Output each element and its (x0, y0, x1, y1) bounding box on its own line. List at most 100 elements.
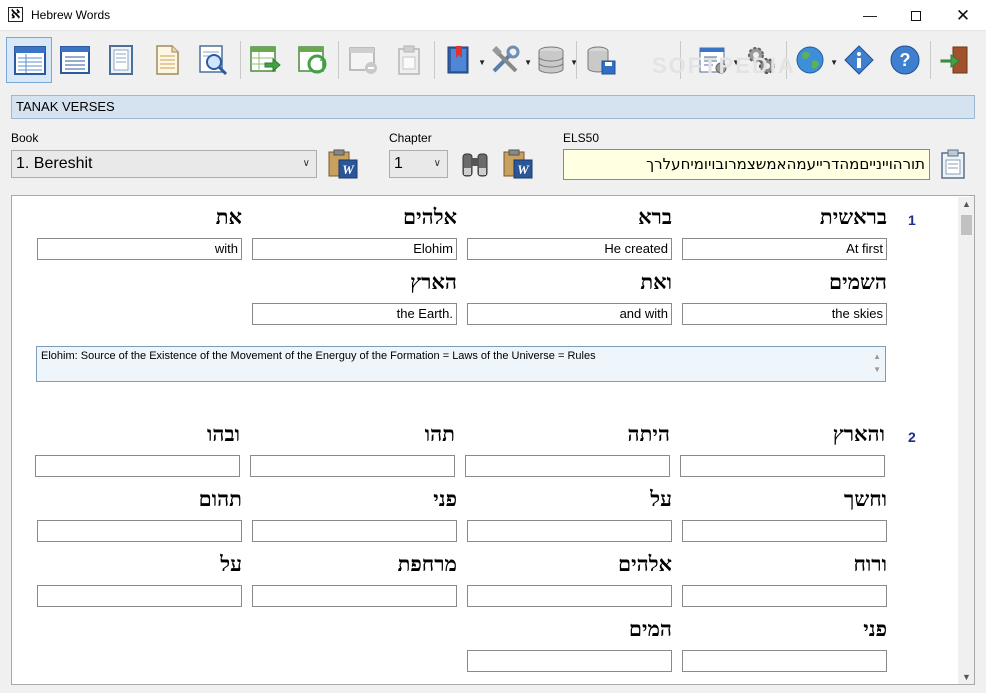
verse-number: 2 (908, 429, 916, 445)
app-icon: ℵ (8, 7, 23, 22)
hebrew-word: ובהו (207, 421, 240, 446)
svg-text:?: ? (900, 50, 911, 70)
database-icon (538, 46, 564, 74)
hebrew-word: השמים (828, 269, 887, 294)
maximize-button[interactable] (893, 0, 939, 31)
translation-field[interactable] (467, 585, 672, 607)
els-field[interactable]: תורהויינייםמהדרייעמהאמשצמרובויומיחעלרך (563, 149, 930, 180)
word-clipboard-icon: W (328, 149, 358, 179)
database-button[interactable]: ▼ (528, 37, 578, 83)
table-view-icon (14, 46, 46, 75)
section-title: TANAK VERSES (11, 95, 975, 119)
export-table-button[interactable] (242, 37, 288, 83)
chapter-select-value: 1 (394, 155, 403, 172)
translation-field[interactable] (252, 520, 457, 542)
clipboard-icon (941, 149, 965, 179)
clipboard-disabled-icon (398, 45, 420, 75)
document-button[interactable] (144, 37, 190, 83)
translation-field[interactable] (37, 520, 242, 542)
exit-button[interactable] (932, 37, 978, 83)
maximize-icon (911, 11, 921, 22)
vertical-scrollbar[interactable]: ▲ ▼ (958, 197, 974, 684)
translation-field[interactable]: the Earth. (252, 303, 457, 325)
translation-field[interactable] (465, 455, 670, 477)
window-title: Hebrew Words (31, 8, 111, 22)
search-document-icon (199, 45, 228, 76)
translation-field[interactable]: Elohim (252, 238, 457, 260)
export-table-icon (250, 46, 281, 73)
close-button[interactable]: ✕ (940, 0, 986, 31)
translation-field[interactable] (680, 455, 885, 477)
hebrew-word: מרחפת (397, 551, 457, 576)
svg-text:W: W (517, 162, 530, 177)
translation-field[interactable] (252, 585, 457, 607)
info-icon (844, 45, 874, 75)
clipboard-disabled-button[interactable] (386, 37, 432, 83)
help-icon: ? (890, 45, 920, 75)
table-view-button[interactable] (6, 37, 52, 83)
find-button[interactable] (459, 148, 491, 180)
bookmark-icon (447, 46, 469, 74)
svg-text:W: W (342, 162, 355, 177)
page-view-icon (109, 45, 133, 75)
book-select[interactable]: 1. Bereshit ∨ (11, 150, 317, 178)
translation-field[interactable]: the skies (682, 303, 887, 325)
scroll-down-icon[interactable]: ▼ (958, 672, 974, 682)
tools-icon (492, 45, 520, 73)
refresh-table-icon (298, 46, 327, 74)
scrollbar-thumb[interactable] (961, 215, 972, 235)
translation-field[interactable] (37, 585, 242, 607)
word-clipboard-icon: W (503, 149, 533, 179)
translation-field[interactable]: and with (467, 303, 672, 325)
hebrew-word: ברא (638, 204, 672, 229)
bookmark-button[interactable]: ▼ (436, 37, 486, 83)
note-scroll-icon[interactable]: ▲ ▼ (873, 350, 881, 376)
page-view-button[interactable] (98, 37, 144, 83)
translation-field[interactable] (467, 520, 672, 542)
hebrew-word: תהו (424, 421, 455, 446)
hebrew-word: אלהים (618, 551, 672, 576)
refresh-table-button[interactable] (290, 37, 336, 83)
hebrew-word: על (650, 486, 672, 511)
export-word-button[interactable]: W (327, 148, 359, 180)
translation-field[interactable]: At first (682, 238, 887, 260)
translation-field[interactable] (682, 650, 887, 672)
binoculars-icon (462, 153, 488, 177)
hebrew-word: הארץ (410, 269, 457, 294)
book-label: Book (11, 131, 39, 145)
help-button[interactable]: ? (882, 37, 928, 83)
translation-field[interactable] (682, 585, 887, 607)
globe-icon (796, 46, 824, 74)
list-view-icon (60, 46, 90, 74)
search-document-button[interactable] (190, 37, 236, 83)
scroll-up-icon[interactable]: ▲ (958, 199, 974, 209)
toolbar: ▼ ▼ ▼ ▼ ▼ ? SOFTPEDIA (0, 31, 986, 89)
minimize-button[interactable]: — (847, 0, 893, 31)
tools-button[interactable]: ▼ (482, 37, 532, 83)
verse-note[interactable]: Elohim: Source of the Existence of the M… (36, 346, 886, 382)
toolbar-separator (576, 41, 577, 79)
hebrew-word: תהום (198, 486, 242, 511)
window-disabled-icon (349, 47, 377, 74)
list-view-button[interactable] (52, 37, 98, 83)
hebrew-word: אלהים (403, 204, 457, 229)
translation-field[interactable] (250, 455, 455, 477)
translation-field[interactable]: with (37, 238, 242, 260)
translation-field[interactable]: He created (467, 238, 672, 260)
hebrew-word: ורוח (853, 551, 888, 576)
translation-field[interactable] (682, 520, 887, 542)
window-disabled-button[interactable] (340, 37, 386, 83)
chevron-down-icon: ∨ (433, 158, 441, 169)
watermark: SOFTPEDIA (652, 53, 796, 78)
hebrew-word: ואת (640, 269, 672, 294)
els-label: ELS50 (563, 131, 600, 145)
info-button[interactable] (836, 37, 882, 83)
chapter-select[interactable]: 1 ∨ (389, 150, 448, 178)
translation-field[interactable] (35, 455, 240, 477)
verse-number: 1 (908, 212, 916, 228)
translation-field[interactable] (467, 650, 672, 672)
hebrew-word: על (220, 551, 242, 576)
database-save-button[interactable] (578, 37, 624, 83)
copy-els-button[interactable] (937, 148, 969, 180)
export-word-chapter-button[interactable]: W (502, 148, 534, 180)
